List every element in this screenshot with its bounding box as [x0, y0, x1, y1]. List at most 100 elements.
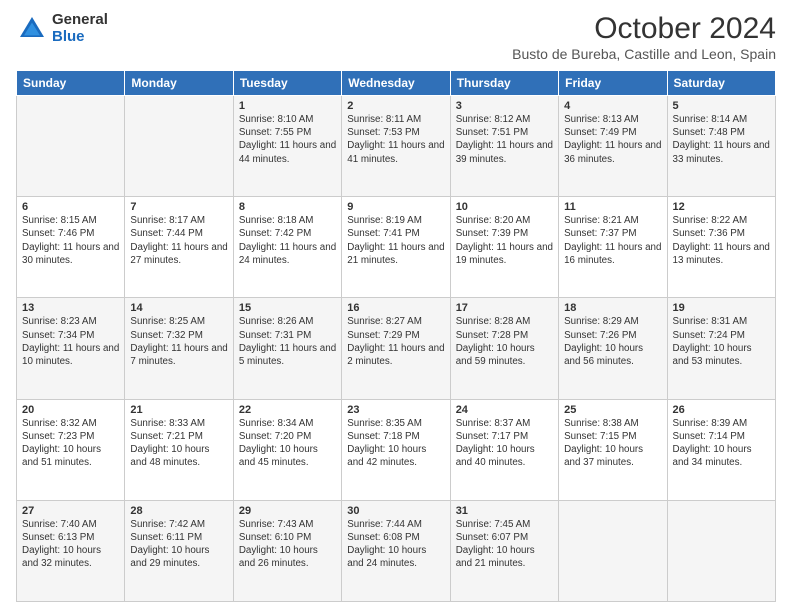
- day-info: Sunrise: 8:21 AM Sunset: 7:37 PM Dayligh…: [564, 214, 661, 267]
- calendar-cell: 15Sunrise: 8:26 AM Sunset: 7:31 PM Dayli…: [233, 298, 341, 399]
- day-info: Sunrise: 8:18 AM Sunset: 7:42 PM Dayligh…: [239, 214, 336, 267]
- day-info: Sunrise: 8:26 AM Sunset: 7:31 PM Dayligh…: [239, 315, 336, 368]
- logo-blue: Blue: [52, 29, 108, 46]
- calendar-cell: 22Sunrise: 8:34 AM Sunset: 7:20 PM Dayli…: [233, 399, 341, 500]
- header-row: SundayMondayTuesdayWednesdayThursdayFrid…: [17, 71, 776, 96]
- day-info: Sunrise: 8:28 AM Sunset: 7:28 PM Dayligh…: [456, 315, 553, 368]
- day-number: 1: [239, 100, 336, 112]
- day-info: Sunrise: 8:20 AM Sunset: 7:39 PM Dayligh…: [456, 214, 553, 267]
- title-block: October 2024 Busto de Bureba, Castille a…: [512, 12, 776, 62]
- day-info: Sunrise: 8:35 AM Sunset: 7:18 PM Dayligh…: [347, 417, 444, 470]
- header-day-sunday: Sunday: [17, 71, 125, 96]
- day-number: 25: [564, 404, 661, 416]
- calendar-cell: 28Sunrise: 7:42 AM Sunset: 6:11 PM Dayli…: [125, 500, 233, 601]
- week-row-4: 27Sunrise: 7:40 AM Sunset: 6:13 PM Dayli…: [17, 500, 776, 601]
- header-day-wednesday: Wednesday: [342, 71, 450, 96]
- week-row-0: 1Sunrise: 8:10 AM Sunset: 7:55 PM Daylig…: [17, 96, 776, 197]
- day-number: 24: [456, 404, 553, 416]
- calendar-body: 1Sunrise: 8:10 AM Sunset: 7:55 PM Daylig…: [17, 96, 776, 602]
- day-info: Sunrise: 8:10 AM Sunset: 7:55 PM Dayligh…: [239, 113, 336, 166]
- day-number: 17: [456, 302, 553, 314]
- day-number: 30: [347, 505, 444, 517]
- calendar-cell: 1Sunrise: 8:10 AM Sunset: 7:55 PM Daylig…: [233, 96, 341, 197]
- day-number: 19: [673, 302, 770, 314]
- day-number: 3: [456, 100, 553, 112]
- calendar-cell: 27Sunrise: 7:40 AM Sunset: 6:13 PM Dayli…: [17, 500, 125, 601]
- calendar-cell: 14Sunrise: 8:25 AM Sunset: 7:32 PM Dayli…: [125, 298, 233, 399]
- calendar-cell: [125, 96, 233, 197]
- day-info: Sunrise: 8:15 AM Sunset: 7:46 PM Dayligh…: [22, 214, 119, 267]
- day-info: Sunrise: 8:31 AM Sunset: 7:24 PM Dayligh…: [673, 315, 770, 368]
- calendar-cell: [559, 500, 667, 601]
- page: General Blue October 2024 Busto de Bureb…: [0, 0, 792, 612]
- day-number: 6: [22, 201, 119, 213]
- calendar-cell: 9Sunrise: 8:19 AM Sunset: 7:41 PM Daylig…: [342, 197, 450, 298]
- day-info: Sunrise: 8:38 AM Sunset: 7:15 PM Dayligh…: [564, 417, 661, 470]
- calendar-header: SundayMondayTuesdayWednesdayThursdayFrid…: [17, 71, 776, 96]
- logo-icon: [16, 13, 48, 45]
- calendar-cell: 3Sunrise: 8:12 AM Sunset: 7:51 PM Daylig…: [450, 96, 558, 197]
- calendar-cell: 26Sunrise: 8:39 AM Sunset: 7:14 PM Dayli…: [667, 399, 775, 500]
- logo-general: General: [52, 12, 108, 29]
- day-number: 2: [347, 100, 444, 112]
- day-number: 12: [673, 201, 770, 213]
- calendar-cell: 8Sunrise: 8:18 AM Sunset: 7:42 PM Daylig…: [233, 197, 341, 298]
- day-number: 14: [130, 302, 227, 314]
- day-info: Sunrise: 7:40 AM Sunset: 6:13 PM Dayligh…: [22, 518, 119, 571]
- day-number: 7: [130, 201, 227, 213]
- calendar-cell: 31Sunrise: 7:45 AM Sunset: 6:07 PM Dayli…: [450, 500, 558, 601]
- day-number: 20: [22, 404, 119, 416]
- day-number: 21: [130, 404, 227, 416]
- calendar-cell: 4Sunrise: 8:13 AM Sunset: 7:49 PM Daylig…: [559, 96, 667, 197]
- header-day-saturday: Saturday: [667, 71, 775, 96]
- week-row-2: 13Sunrise: 8:23 AM Sunset: 7:34 PM Dayli…: [17, 298, 776, 399]
- calendar-cell: 6Sunrise: 8:15 AM Sunset: 7:46 PM Daylig…: [17, 197, 125, 298]
- day-number: 23: [347, 404, 444, 416]
- calendar-cell: 5Sunrise: 8:14 AM Sunset: 7:48 PM Daylig…: [667, 96, 775, 197]
- day-number: 28: [130, 505, 227, 517]
- calendar-cell: 25Sunrise: 8:38 AM Sunset: 7:15 PM Dayli…: [559, 399, 667, 500]
- day-info: Sunrise: 8:11 AM Sunset: 7:53 PM Dayligh…: [347, 113, 444, 166]
- calendar-cell: 12Sunrise: 8:22 AM Sunset: 7:36 PM Dayli…: [667, 197, 775, 298]
- day-info: Sunrise: 7:43 AM Sunset: 6:10 PM Dayligh…: [239, 518, 336, 571]
- day-number: 22: [239, 404, 336, 416]
- header-day-thursday: Thursday: [450, 71, 558, 96]
- location: Busto de Bureba, Castille and Leon, Spai…: [512, 46, 776, 62]
- calendar-cell: 19Sunrise: 8:31 AM Sunset: 7:24 PM Dayli…: [667, 298, 775, 399]
- day-number: 29: [239, 505, 336, 517]
- day-info: Sunrise: 7:45 AM Sunset: 6:07 PM Dayligh…: [456, 518, 553, 571]
- calendar-cell: 29Sunrise: 7:43 AM Sunset: 6:10 PM Dayli…: [233, 500, 341, 601]
- day-info: Sunrise: 8:23 AM Sunset: 7:34 PM Dayligh…: [22, 315, 119, 368]
- week-row-1: 6Sunrise: 8:15 AM Sunset: 7:46 PM Daylig…: [17, 197, 776, 298]
- day-number: 5: [673, 100, 770, 112]
- day-info: Sunrise: 8:39 AM Sunset: 7:14 PM Dayligh…: [673, 417, 770, 470]
- day-info: Sunrise: 8:17 AM Sunset: 7:44 PM Dayligh…: [130, 214, 227, 267]
- day-info: Sunrise: 8:12 AM Sunset: 7:51 PM Dayligh…: [456, 113, 553, 166]
- day-info: Sunrise: 8:27 AM Sunset: 7:29 PM Dayligh…: [347, 315, 444, 368]
- day-number: 11: [564, 201, 661, 213]
- calendar-cell: 21Sunrise: 8:33 AM Sunset: 7:21 PM Dayli…: [125, 399, 233, 500]
- calendar-cell: 24Sunrise: 8:37 AM Sunset: 7:17 PM Dayli…: [450, 399, 558, 500]
- day-info: Sunrise: 8:25 AM Sunset: 7:32 PM Dayligh…: [130, 315, 227, 368]
- header-day-monday: Monday: [125, 71, 233, 96]
- calendar-cell: 11Sunrise: 8:21 AM Sunset: 7:37 PM Dayli…: [559, 197, 667, 298]
- day-number: 10: [456, 201, 553, 213]
- day-number: 4: [564, 100, 661, 112]
- week-row-3: 20Sunrise: 8:32 AM Sunset: 7:23 PM Dayli…: [17, 399, 776, 500]
- day-info: Sunrise: 8:13 AM Sunset: 7:49 PM Dayligh…: [564, 113, 661, 166]
- day-number: 26: [673, 404, 770, 416]
- day-info: Sunrise: 7:44 AM Sunset: 6:08 PM Dayligh…: [347, 518, 444, 571]
- day-info: Sunrise: 8:14 AM Sunset: 7:48 PM Dayligh…: [673, 113, 770, 166]
- logo: General Blue: [16, 12, 108, 45]
- day-info: Sunrise: 8:33 AM Sunset: 7:21 PM Dayligh…: [130, 417, 227, 470]
- calendar-cell: 13Sunrise: 8:23 AM Sunset: 7:34 PM Dayli…: [17, 298, 125, 399]
- day-info: Sunrise: 7:42 AM Sunset: 6:11 PM Dayligh…: [130, 518, 227, 571]
- calendar-cell: 20Sunrise: 8:32 AM Sunset: 7:23 PM Dayli…: [17, 399, 125, 500]
- day-info: Sunrise: 8:19 AM Sunset: 7:41 PM Dayligh…: [347, 214, 444, 267]
- day-info: Sunrise: 8:32 AM Sunset: 7:23 PM Dayligh…: [22, 417, 119, 470]
- day-number: 27: [22, 505, 119, 517]
- day-number: 8: [239, 201, 336, 213]
- day-number: 16: [347, 302, 444, 314]
- day-info: Sunrise: 8:37 AM Sunset: 7:17 PM Dayligh…: [456, 417, 553, 470]
- logo-text: General Blue: [52, 12, 108, 45]
